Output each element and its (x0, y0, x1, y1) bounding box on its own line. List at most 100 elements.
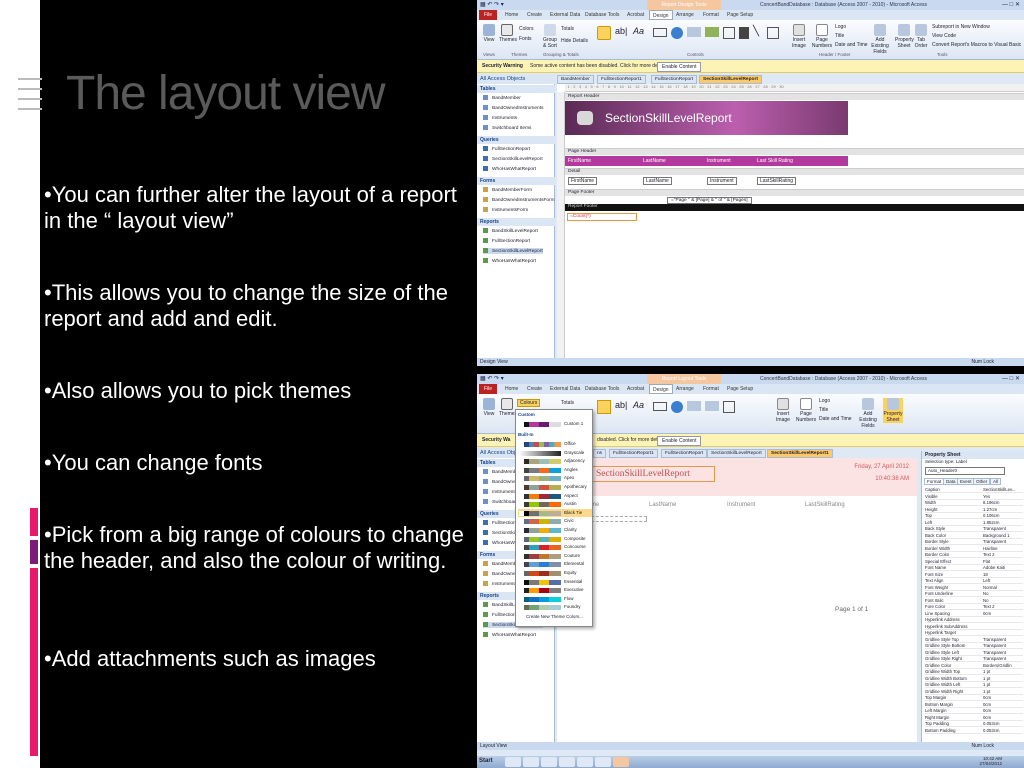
tab-acrobat[interactable]: Acrobat (627, 12, 644, 18)
tab-format[interactable]: Format (703, 386, 719, 392)
logo-image[interactable] (577, 111, 593, 125)
view-button[interactable]: View (481, 24, 497, 43)
property-value[interactable]: Transparent (983, 650, 1006, 655)
view-code-link[interactable]: View Code (932, 33, 956, 39)
page-header-band[interactable]: Page Header (565, 148, 1024, 155)
tab-acrobat[interactable]: Acrobat (627, 386, 644, 392)
property-row[interactable]: Line Spacing 0cm (925, 611, 1023, 617)
report-header-band[interactable]: Report Header (565, 93, 1024, 100)
column-label[interactable]: Instrument (707, 158, 731, 164)
property-row[interactable]: Top Margin 0cm (925, 695, 1023, 701)
tab-page-setup[interactable]: Page Setup (727, 386, 753, 392)
property-row[interactable]: Font Underline No (925, 591, 1023, 597)
nav-item[interactable]: BandSkillLevelReport (483, 228, 538, 234)
column-label[interactable]: LastName (649, 502, 676, 508)
nav-item[interactable]: FullSectionReport (483, 146, 530, 152)
property-row[interactable]: Font Name Adobe Kaiti (925, 565, 1023, 571)
property-row[interactable]: Width 8.196cm (925, 500, 1023, 506)
property-value[interactable]: 0cm (983, 695, 991, 700)
tab-external-data[interactable]: External Data (550, 12, 580, 18)
theme-color-option[interactable]: Foundry (518, 603, 592, 612)
theme-color-option[interactable]: Clarity (518, 526, 592, 535)
column-label[interactable]: Last Skill Rating (757, 158, 793, 164)
theme-color-option[interactable]: Executive (518, 586, 592, 595)
web-browser-icon[interactable] (687, 27, 701, 37)
property-value[interactable]: 0.106cm (983, 513, 999, 518)
add-existing-fields-button[interactable]: Add Existing Fields (855, 398, 881, 429)
theme-color-option[interactable]: Custom 1 (518, 420, 592, 429)
property-row[interactable]: Hyperlink Target (925, 630, 1023, 636)
nav-item[interactable]: WhoHasWhatReport (483, 166, 536, 172)
doc-tab-active[interactable]: SectionSkillLevelReport (699, 75, 762, 84)
property-value[interactable]: 0.053cm (983, 728, 999, 733)
field-textbox[interactable]: LastName (643, 177, 672, 185)
taskbar-powerpoint-icon[interactable] (595, 757, 611, 767)
chart-icon[interactable] (705, 27, 719, 37)
report-title-label[interactable]: SectionSkillLevelReport (591, 466, 715, 482)
doc-tab-active[interactable]: SectionSkillLevelReport1 (767, 449, 833, 458)
nav-item[interactable]: Instruments (483, 115, 517, 121)
nav-item[interactable]: WhoHasWhatReport (483, 632, 536, 638)
property-row[interactable]: Gridline Width Right 1 pt (925, 689, 1023, 695)
column-label[interactable]: LastSkillRating (805, 502, 845, 508)
field-textbox[interactable]: FirstName (568, 177, 598, 185)
theme-color-option[interactable]: Concourse (518, 543, 592, 552)
report-footer-band[interactable]: Report Footer (565, 204, 1024, 211)
taskbar-word-icon[interactable] (541, 757, 557, 767)
property-value[interactable]: 8.196cm (983, 500, 999, 505)
property-value[interactable]: Left (983, 578, 990, 583)
property-value[interactable]: Transparent (983, 539, 1006, 544)
create-theme-colors-link[interactable]: Create New Theme Colors... (526, 614, 583, 619)
property-row[interactable]: Height 1.27cm (925, 507, 1023, 513)
title-button[interactable]: Title (819, 407, 828, 413)
enable-content-button[interactable]: Enable Content (657, 62, 702, 72)
colours-button[interactable]: Colours (517, 399, 541, 407)
button-control-icon[interactable] (653, 28, 667, 37)
doc-tab[interactable]: FullSectionReport (661, 449, 708, 458)
property-row[interactable]: Font Italic No (925, 598, 1023, 604)
property-sheet-button[interactable]: Property Sheet (883, 398, 903, 423)
property-value[interactable]: Borders/Gridlin (983, 663, 1012, 668)
doc-tab[interactable]: FullSectionReport (651, 75, 698, 84)
start-button[interactable]: Start (479, 758, 493, 764)
property-value[interactable]: 0cm (983, 611, 991, 616)
doc-tab[interactable]: FullSectionReport1 (609, 449, 658, 458)
checkbox-icon[interactable] (723, 401, 735, 413)
property-value[interactable]: Transparent (983, 643, 1006, 648)
property-value[interactable]: No (983, 598, 989, 603)
property-row[interactable]: Hyperlink Address (925, 617, 1023, 623)
property-row[interactable]: Back Color Background 1 (925, 533, 1023, 539)
property-row[interactable]: Font Size 18 (925, 572, 1023, 578)
theme-color-option[interactable]: Grayscale (518, 449, 592, 458)
property-value[interactable]: Background 1 (983, 533, 1010, 538)
totals-button[interactable]: Totals (561, 400, 574, 406)
field-placeholder[interactable] (591, 516, 647, 522)
hyperlink-icon[interactable] (671, 27, 683, 39)
doc-tab[interactable]: SectionSkillLevelReport (707, 449, 766, 458)
property-value[interactable]: 1 pt (983, 676, 990, 681)
property-row[interactable]: Fore Color Text 2 (925, 604, 1023, 610)
field-textbox[interactable]: LastSkillRating (757, 177, 797, 185)
report-date[interactable]: Friday, 27 April 2012 (854, 464, 909, 470)
checkbox-icon[interactable] (723, 27, 735, 39)
property-value[interactable]: 18 (983, 572, 988, 577)
detail-band[interactable]: Detail (565, 168, 1024, 175)
tab-page-setup[interactable]: Page Setup (727, 12, 753, 18)
themes-button[interactable]: Themes (499, 24, 517, 43)
tab-order-button[interactable]: Tab Order (914, 24, 928, 49)
property-row[interactable]: Gridline Color Borders/Gridlin (925, 663, 1023, 669)
doc-tab[interactable]: BandMember (557, 75, 594, 84)
property-row[interactable]: Border Width Hairline (925, 546, 1023, 552)
property-value[interactable]: 0cm (983, 715, 991, 720)
property-row[interactable]: Border Color Text 2 (925, 552, 1023, 558)
theme-color-option-selected[interactable]: Black Tie (518, 508, 592, 518)
property-row[interactable]: Left Margin 0cm (925, 708, 1023, 714)
date-time-button[interactable]: Date and Time (819, 416, 852, 422)
field-textbox[interactable]: Instrument (707, 177, 737, 185)
property-row[interactable]: Gridline Style Top Transparent (925, 637, 1023, 643)
convert-macros-link[interactable]: Convert Report's Macros to Visual Basic (932, 42, 1021, 48)
property-row[interactable]: Text Align Left (925, 578, 1023, 584)
button-control-icon[interactable] (653, 402, 667, 411)
rectangle-icon[interactable] (767, 27, 779, 39)
nav-item[interactable]: FullSectionReport (483, 238, 530, 244)
